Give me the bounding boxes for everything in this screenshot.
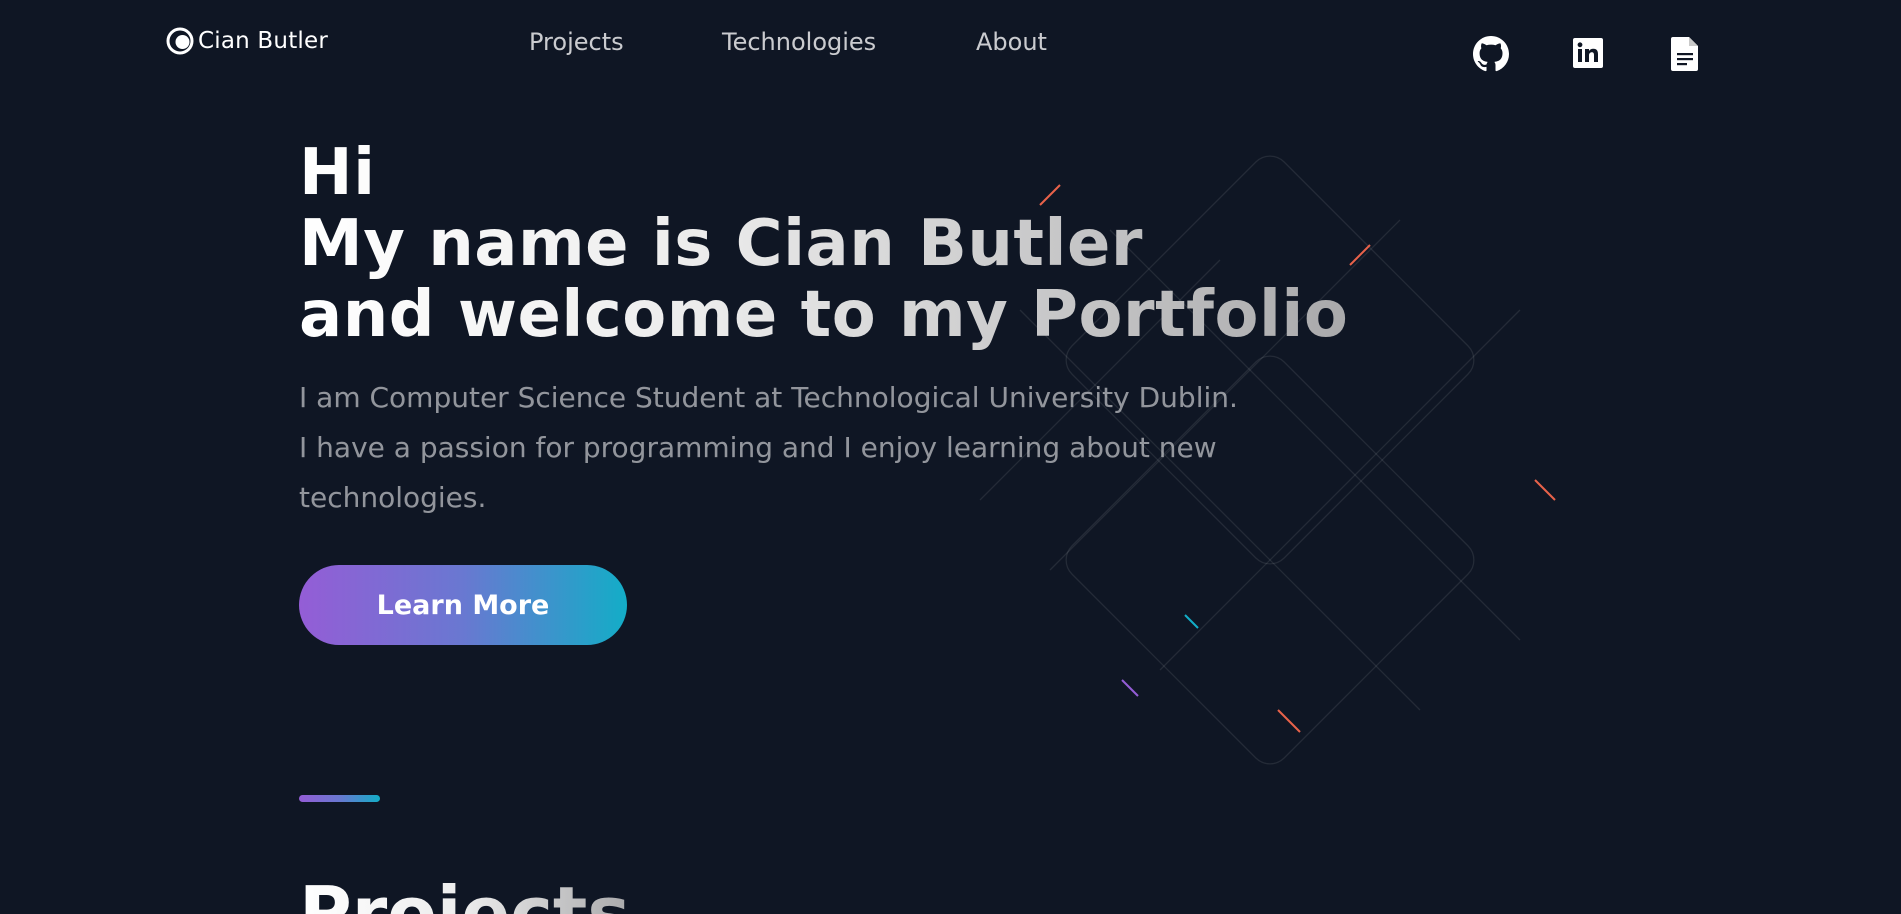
hero-description: I am Computer Science Student at Technol… — [299, 373, 1279, 523]
hero-title-line: Hi — [299, 136, 376, 210]
hero-title-line: My name is Cian Butler — [299, 207, 1143, 281]
projects-section-title: Projects — [299, 868, 630, 914]
resume-document-icon — [1671, 37, 1698, 71]
hero-title-line: and welcome to my Portfolio — [299, 278, 1349, 352]
hero-description-line: technologies. — [299, 481, 487, 514]
linkedin-link[interactable] — [1571, 36, 1607, 72]
section-divider — [299, 795, 380, 802]
hero-title: Hi My name is Cian Butler and welcome to… — [299, 138, 1348, 351]
main-nav: Projects Technologies About — [0, 28, 1901, 64]
portfolio-page: Cian Butler Projects Technologies About … — [0, 0, 1901, 914]
linkedin-icon — [1573, 38, 1603, 68]
nav-technologies-link[interactable]: Technologies — [722, 28, 876, 56]
hero-description-line: I am Computer Science Student at Technol… — [299, 381, 1238, 414]
nav-projects-link[interactable]: Projects — [529, 28, 624, 56]
resume-link[interactable] — [1670, 36, 1706, 72]
hero-description-line: I have a passion for programming and I e… — [299, 431, 1217, 464]
learn-more-button[interactable]: Learn More — [299, 565, 627, 645]
github-link[interactable] — [1473, 36, 1509, 72]
nav-about-link[interactable]: About — [976, 28, 1047, 56]
github-icon — [1473, 36, 1509, 72]
